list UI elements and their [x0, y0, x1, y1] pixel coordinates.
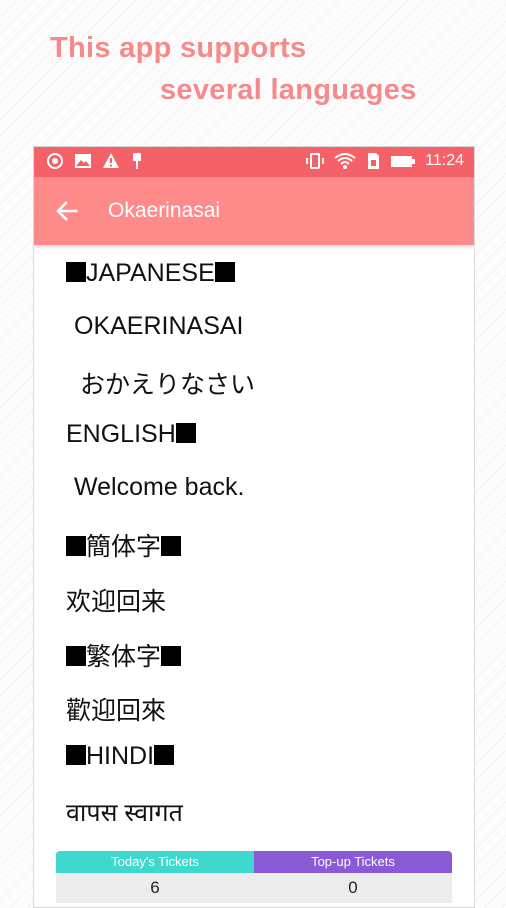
app-title: Okaerinasai: [108, 199, 221, 222]
square-marker-icon: [66, 745, 86, 765]
tickets-panel: Today's Tickets Top-up Tickets 6 0: [56, 851, 452, 903]
image-icon: [75, 154, 91, 168]
status-time: 11:24: [425, 152, 464, 169]
japanese-kana: おかえりなさい: [80, 371, 256, 399]
sim-icon: [368, 153, 380, 169]
japanese-header: JAPANESE: [66, 259, 235, 288]
vibrate-icon: [306, 153, 325, 169]
square-marker-icon: [66, 646, 86, 666]
todays-tickets-label: Today's Tickets: [56, 851, 254, 873]
phone-screen: 11:24 Okaerinasai JAPANESE OKAERINASAI お…: [33, 146, 475, 908]
square-marker-icon: [214, 262, 235, 282]
wifi-icon: [334, 153, 356, 169]
battery-icon: [391, 156, 416, 167]
app-notification-icon: [47, 153, 63, 169]
todays-tickets-value: 6: [150, 878, 160, 897]
promo-line-2: several languages: [160, 74, 417, 106]
warning-icon: [103, 153, 119, 168]
topup-tickets-label: Top-up Tickets: [254, 851, 452, 873]
japanese-romaji: OKAERINASAI: [74, 312, 244, 340]
square-marker-icon: [175, 423, 196, 443]
english-header: ENGLISH: [66, 420, 196, 449]
square-marker-icon: [66, 262, 86, 282]
arrow-left-icon[interactable]: [54, 198, 80, 224]
simplified-text: 欢迎回来: [66, 588, 167, 616]
traditional-header: 繁体字: [66, 637, 182, 673]
square-marker-icon: [161, 536, 182, 556]
simplified-header: 簡体字: [66, 527, 182, 563]
square-marker-icon: [154, 745, 175, 765]
hindi-header: HINDI: [66, 742, 175, 771]
square-marker-icon: [66, 536, 86, 556]
topup-tickets-value: 0: [348, 878, 358, 897]
status-bar: 11:24: [34, 147, 474, 177]
hindi-text: वापस स्वागत: [66, 799, 183, 827]
english-text: Welcome back.: [74, 473, 245, 501]
promo-line-1: This app supports: [50, 32, 307, 64]
app-bar: Okaerinasai: [34, 177, 474, 245]
square-marker-icon: [161, 646, 182, 666]
usb-icon: [133, 153, 141, 169]
traditional-text: 歡迎回來: [66, 697, 167, 725]
